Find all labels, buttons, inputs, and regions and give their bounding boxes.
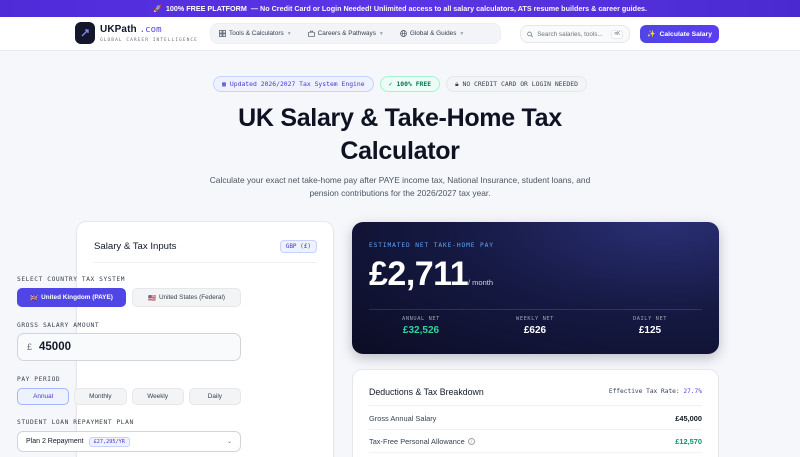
breakdown-row: Gross Annual Salary £45,000 [369, 408, 702, 430]
brand-name[interactable]: UKPath .com [100, 24, 162, 35]
search-input[interactable] [537, 30, 608, 38]
period-annual-button[interactable]: Annual [17, 388, 70, 405]
annual-net-value: £32,526 [402, 325, 440, 336]
divider [94, 262, 317, 263]
sparkle-icon: ✨ [647, 31, 656, 38]
country-us-button[interactable]: 🇺🇸 United States (Federal) [132, 288, 241, 307]
weekly-net-value: £626 [523, 325, 547, 336]
per-month-label: / month [468, 278, 494, 287]
no-card-badge: 🔒︎ NO CREDIT CARD OR LOGIN NEEDED [446, 76, 587, 92]
nav-item-careers[interactable]: Careers & Pathways ▼ [300, 24, 392, 43]
free-badge: ✓ 100% FREE [379, 76, 441, 92]
rocket-icon: 🚀 [152, 4, 162, 13]
take-home-card: ESTIMATED NET TAKE-HOME PAY £2,711 / mon… [352, 222, 719, 354]
period-daily-button[interactable]: Daily [188, 388, 241, 405]
promo-text: — No Credit Card or Login Needed! Unlimi… [250, 4, 648, 13]
country-selector: 🇬🇧 United Kingdom (PAYE) 🇺🇸 United State… [17, 288, 241, 307]
pound-symbol: £ [27, 342, 33, 352]
student-loan-select[interactable]: Plan 2 Repayment £27,295/YR ⌄ [17, 431, 241, 452]
divider [369, 405, 702, 406]
grid-icon [219, 30, 226, 37]
take-home-label: ESTIMATED NET TAKE-HOME PAY [369, 242, 494, 249]
period-monthly-button[interactable]: Monthly [74, 388, 127, 405]
currency-badge: GBP (£) [279, 240, 317, 253]
top-navbar: UKPath .com GLOBAL CAREER INTELLIGENCE T… [0, 17, 800, 51]
daily-net-value: £125 [638, 325, 662, 336]
chevron-down-icon: ▼ [459, 30, 465, 37]
uk-flag-icon: 🇬🇧 [30, 294, 39, 302]
promo-banner: 🚀 100% FREE PLATFORM — No Credit Card or… [0, 0, 800, 17]
monthly-net-value: £2,711 [369, 255, 469, 293]
daily-net-stat: DAILY NET £125 [600, 316, 700, 336]
salary-label: GROSS SALARY AMOUNT [17, 322, 100, 329]
gross-salary-input[interactable]: £ 45000 [17, 333, 241, 361]
calculate-salary-button[interactable]: ✨ Calculate Salary [640, 25, 719, 43]
info-icon[interactable]: i [467, 438, 475, 445]
pay-period-label: PAY PERIOD [17, 376, 61, 383]
divider [369, 309, 702, 310]
logo-icon[interactable] [75, 22, 95, 44]
nav-menu: Tools & Calculators ▼ Careers & Pathways… [210, 23, 501, 44]
tax-breakdown-card: Deductions & Tax Breakdown Effective Tax… [352, 369, 719, 457]
effective-tax-rate: Effective Tax Rate: 27.7% [608, 388, 702, 395]
search-shortcut: ⌘K [611, 29, 623, 39]
page-title: UK Salary & Take-Home Tax Calculator [238, 104, 562, 165]
check-circle-icon: ✓ [388, 80, 393, 88]
annual-net-stat: ANNUAL NET £32,526 [371, 316, 471, 336]
hero-badges: ▦ Updated 2026/2027 Tax System Engine ✓ … [0, 76, 800, 92]
search-box[interactable]: ⌘K [520, 25, 630, 43]
globe-icon [400, 30, 407, 37]
pay-period-selector: Annual Monthly Weekly Daily [17, 388, 241, 405]
breakdown-title: Deductions & Tax Breakdown [369, 387, 484, 397]
student-loan-label: STUDENT LOAN REPAYMENT PLAN [17, 419, 134, 426]
breakdown-row: Tax-Free Personal Allowance i £12,570 [369, 431, 702, 453]
briefcase-icon [307, 30, 315, 37]
chevron-down-icon: ⌄ [226, 439, 232, 445]
chevron-down-icon: ▼ [378, 30, 384, 37]
loan-plan-value: Plan 2 Repayment [26, 438, 84, 445]
chevron-down-icon: ▼ [286, 30, 292, 37]
brand-tagline: GLOBAL CAREER INTELLIGENCE [100, 38, 198, 43]
weekly-net-stat: WEEKLY NET £626 [485, 316, 585, 336]
nav-item-tools[interactable]: Tools & Calculators ▼ [211, 24, 300, 43]
country-label: SELECT COUNTRY TAX SYSTEM [17, 276, 126, 283]
us-flag-icon: 🇺🇸 [147, 294, 156, 302]
calendar-icon: ▦ [222, 80, 226, 88]
period-weekly-button[interactable]: Weekly [131, 388, 184, 405]
salary-value: 45000 [39, 341, 71, 353]
loan-threshold-chip: £27,295/YR [88, 436, 130, 447]
search-icon [527, 31, 533, 37]
page-description: Calculate your exact net take-home pay a… [209, 175, 591, 198]
promo-highlight: 100% FREE PLATFORM [165, 4, 247, 13]
inputs-title: Salary & Tax Inputs [94, 241, 177, 252]
lock-icon: 🔒︎ [455, 79, 459, 88]
nav-item-global[interactable]: Global & Guides ▼ [392, 24, 473, 43]
country-uk-button[interactable]: 🇬🇧 United Kingdom (PAYE) [17, 288, 126, 307]
updated-badge: ▦ Updated 2026/2027 Tax System Engine [213, 76, 374, 92]
